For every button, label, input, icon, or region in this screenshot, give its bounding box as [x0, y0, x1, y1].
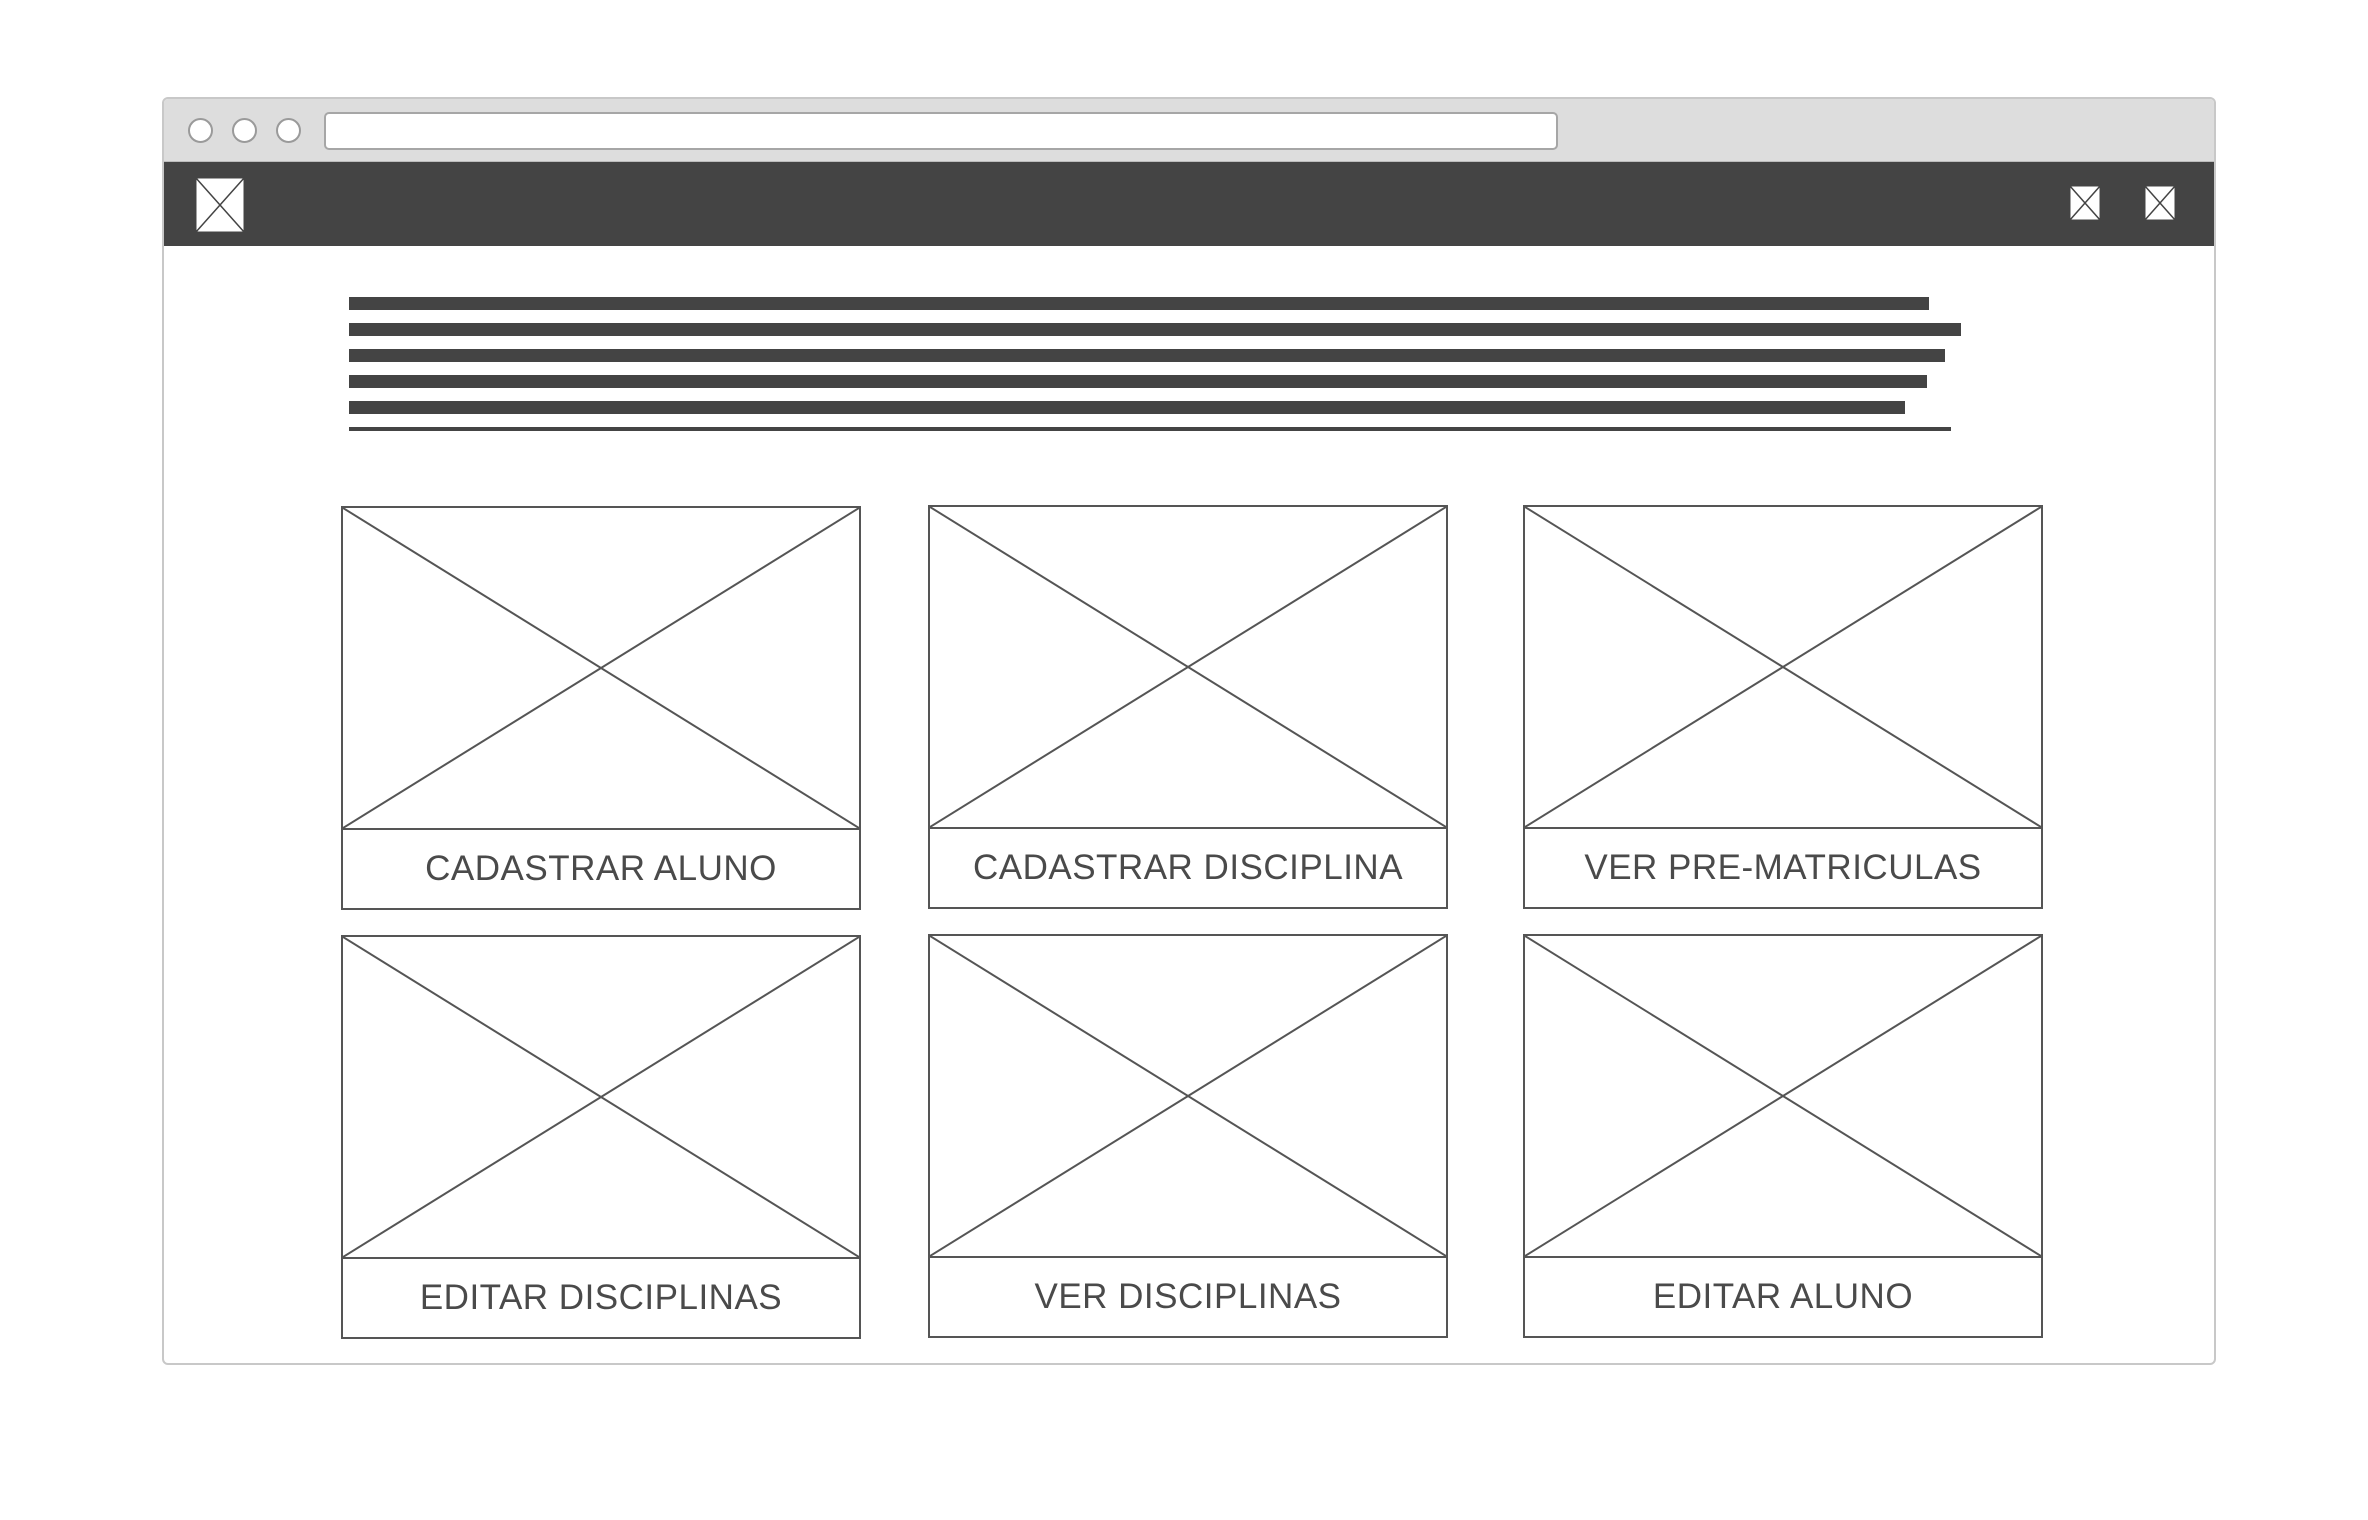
browser-window: CADASTRAR ALUNO CADASTRAR DISCIPLINA VER… [162, 97, 2216, 1365]
nav-image-placeholder-icon[interactable] [2143, 184, 2177, 222]
image-placeholder-icon [343, 508, 859, 830]
text-line [349, 323, 1961, 336]
image-placeholder-icon [1525, 936, 2041, 1258]
card-editar-aluno[interactable]: EDITAR ALUNO [1523, 934, 2043, 1338]
browser-chrome [164, 99, 2214, 162]
card-label: CADASTRAR DISCIPLINA [972, 848, 1404, 887]
window-minimize-button[interactable] [232, 118, 257, 143]
logo-image-placeholder-icon[interactable] [194, 176, 246, 234]
card-cadastrar-aluno[interactable]: CADASTRAR ALUNO [341, 506, 861, 910]
image-placeholder-icon [1525, 507, 2041, 829]
nav-image-placeholder-icon[interactable] [2068, 184, 2102, 222]
card-ver-pre-matriculas[interactable]: VER PRE-MATRICULAS [1523, 505, 2043, 909]
image-placeholder-icon [930, 507, 1446, 829]
text-line [349, 427, 1951, 431]
address-bar[interactable] [324, 112, 1558, 150]
text-line [349, 401, 1905, 414]
window-close-button[interactable] [188, 118, 213, 143]
navbar [164, 162, 2214, 246]
text-line [349, 297, 1929, 310]
card-cadastrar-disciplina[interactable]: CADASTRAR DISCIPLINA [928, 505, 1448, 909]
card-label: CADASTRAR ALUNO [425, 849, 777, 888]
image-placeholder-icon [930, 936, 1446, 1258]
card-label: EDITAR DISCIPLINAS [419, 1278, 783, 1317]
card-label: EDITAR ALUNO [1652, 1277, 1914, 1316]
image-placeholder-icon [343, 937, 859, 1259]
window-maximize-button[interactable] [276, 118, 301, 143]
card-ver-disciplinas[interactable]: VER DISCIPLINAS [928, 934, 1448, 1338]
card-label: VER DISCIPLINAS [1034, 1277, 1342, 1316]
card-editar-disciplinas[interactable]: EDITAR DISCIPLINAS [341, 935, 861, 1339]
card-label: VER PRE-MATRICULAS [1584, 848, 1982, 887]
text-line [349, 375, 1927, 388]
text-line [349, 349, 1945, 362]
